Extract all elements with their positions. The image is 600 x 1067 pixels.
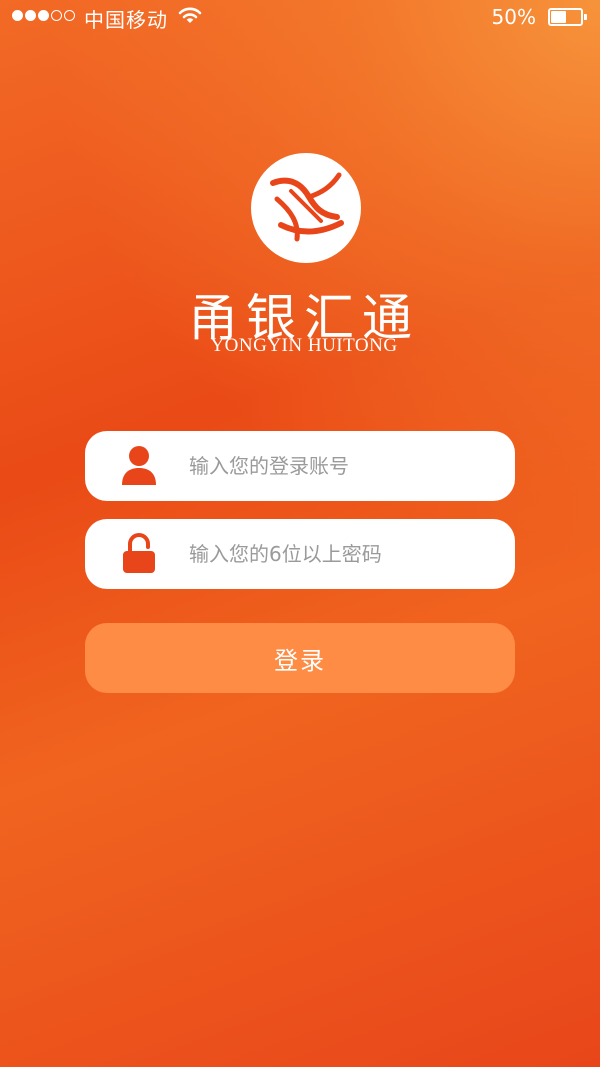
signal-dot [51, 10, 62, 21]
brand-logo-icon [251, 153, 361, 263]
wifi-icon [178, 6, 202, 31]
signal-dot [38, 10, 49, 21]
password-input[interactable] [189, 519, 489, 589]
carrier-name: 中国移动 [84, 8, 168, 32]
user-icon [121, 445, 157, 487]
battery-level-fill [551, 11, 566, 23]
status-bar: 中国移动 50% [0, 0, 600, 34]
password-field[interactable] [85, 519, 515, 589]
login-button[interactable]: 登录 [85, 623, 515, 693]
signal-strength-icon [12, 10, 75, 21]
signal-dot [64, 10, 75, 21]
signal-dot [12, 10, 23, 21]
lock-icon [121, 533, 157, 575]
battery-percent: 50% [491, 5, 536, 29]
signal-dot [25, 10, 36, 21]
account-input[interactable] [189, 431, 489, 501]
battery-icon [548, 8, 588, 26]
brand-name-english: YONGYIN HUITONG [210, 335, 398, 356]
account-field[interactable] [85, 431, 515, 501]
